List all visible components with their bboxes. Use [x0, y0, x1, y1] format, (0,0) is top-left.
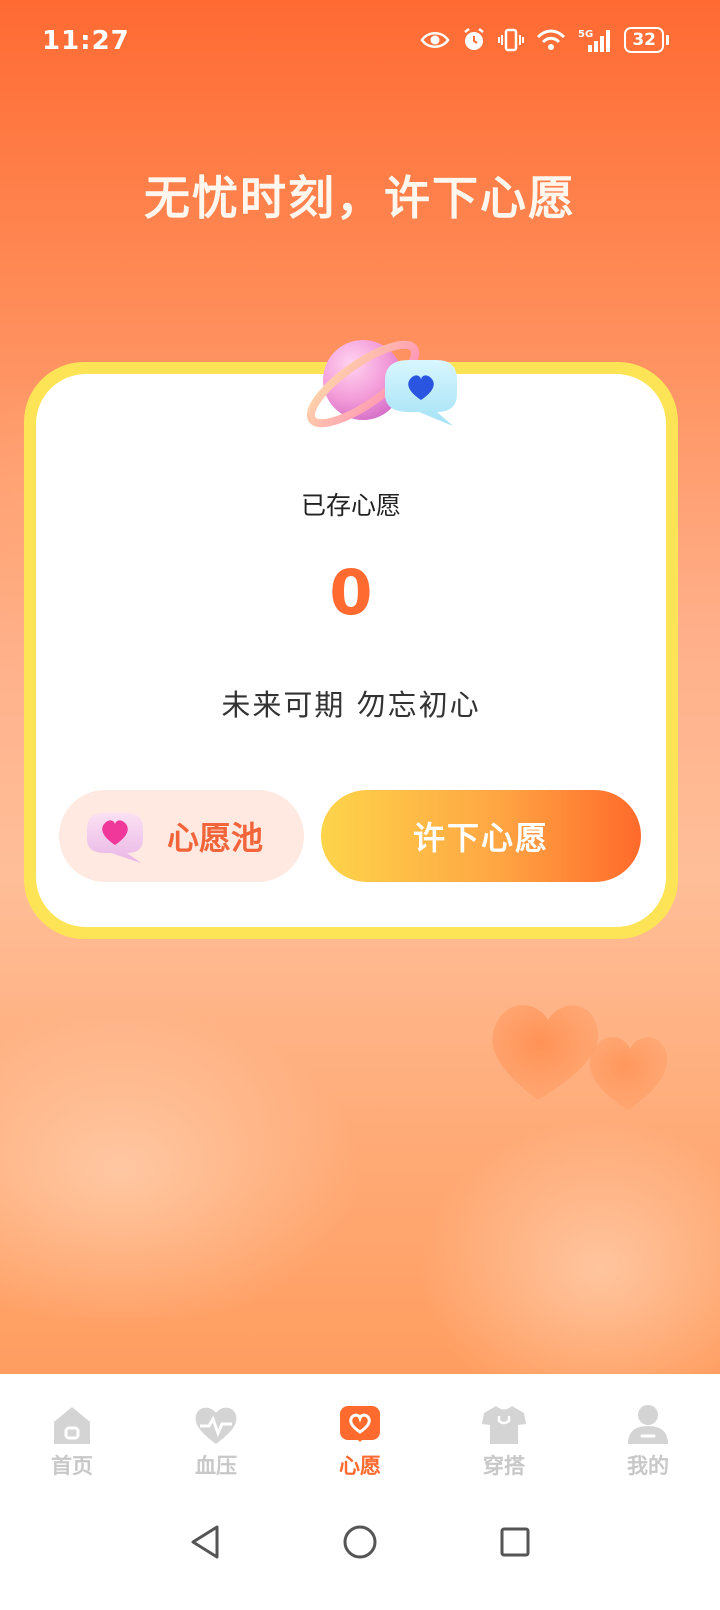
tab-blood-pressure[interactable]: 血压 [156, 1374, 276, 1490]
wish-icon [340, 1406, 380, 1442]
status-bar: 11:27 5G 32 [0, 0, 720, 84]
tab-wish-label: 心愿 [339, 1454, 381, 1478]
vibrate-icon [498, 26, 525, 54]
alarm-icon [462, 26, 486, 54]
profile-icon [628, 1405, 668, 1444]
make-wish-button[interactable]: 许下心愿 [321, 790, 641, 882]
eye-icon [420, 26, 450, 54]
tab-home-label: 首页 [51, 1454, 93, 1478]
motto-text: 未来可期 勿忘初心 [221, 688, 481, 722]
tab-blood-pressure-label: 血压 [195, 1454, 237, 1478]
home-icon [54, 1407, 90, 1444]
page-headline: 无忧时刻，许下心愿 [144, 171, 576, 225]
heart-pulse-icon [195, 1407, 237, 1444]
tab-profile-label: 我的 [627, 1454, 669, 1478]
tab-profile[interactable]: 我的 [588, 1374, 708, 1490]
wish-pool-button[interactable]: 心愿池 [59, 790, 304, 882]
tab-home[interactable]: 首页 [12, 1374, 132, 1490]
shirt-icon [482, 1406, 526, 1444]
bottom-tab-bar: 首页 血压 心愿 穿搭 我的 [0, 1374, 720, 1490]
signal-5g-icon: 5G [578, 26, 612, 54]
saved-wishes-count: 0 [329, 556, 373, 629]
chat-heart-icon [87, 813, 143, 863]
wish-card: 已存心愿 0 未来可期 勿忘初心 心愿池 许下心愿 [24, 340, 678, 939]
status-icons: 5G 32 [420, 26, 669, 54]
background-glow [0, 1010, 360, 1330]
system-navigation-bar [0, 1490, 720, 1610]
battery-icon: 32 [624, 27, 669, 53]
svg-text:5G: 5G [578, 29, 593, 40]
tab-outfit-label: 穿搭 [483, 1454, 525, 1478]
wish-card-body: 已存心愿 0 未来可期 勿忘初心 心愿池 许下心愿 [36, 340, 666, 927]
wish-pool-label: 心愿池 [167, 819, 264, 857]
recents-icon[interactable] [485, 1512, 545, 1572]
background-glow [420, 1120, 720, 1412]
tab-outfit[interactable]: 穿搭 [444, 1374, 564, 1490]
back-icon[interactable] [175, 1512, 235, 1572]
status-time: 11:27 [42, 26, 130, 56]
planet-chat-icon [306, 340, 457, 428]
saved-wishes-label: 已存心愿 [300, 491, 401, 520]
tab-wish[interactable]: 心愿 [300, 1374, 420, 1490]
home-circle-icon[interactable] [330, 1512, 390, 1572]
wifi-icon [536, 26, 566, 54]
hearts-decoration-icon [492, 1005, 668, 1110]
